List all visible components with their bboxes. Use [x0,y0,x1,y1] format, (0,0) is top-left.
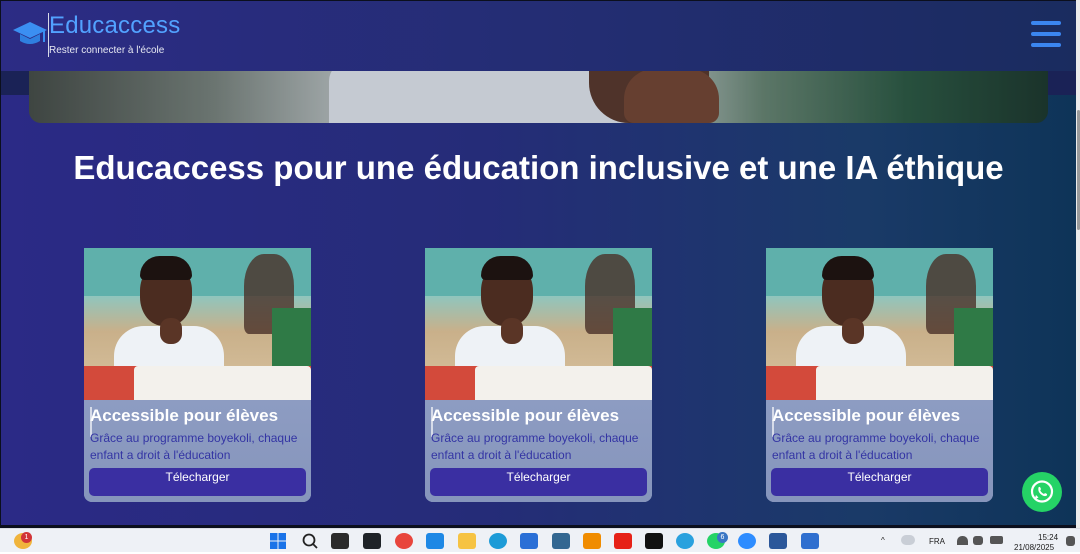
language-indicator[interactable]: FRA [929,537,945,546]
postgresql-icon[interactable] [552,533,570,549]
photos-icon[interactable] [801,533,819,549]
edge-icon[interactable] [489,533,507,549]
card-description: Grâce au programme boyekoli, chaque enfa… [431,431,639,462]
telegram-icon[interactable] [676,533,694,549]
feature-card: Accessible pour élèves Grâce au programm… [425,248,652,502]
hero-title: Educaccess pour une éducation inclusive … [73,149,1004,186]
page-scrollbar[interactable] [1076,0,1080,528]
browser-viewport: Educaccess Rester connecter à l'école Ed… [0,0,1080,528]
menu-line-icon [1031,21,1061,25]
card-body: Accessible pour élèves Grâce au programm… [425,400,652,502]
download-button[interactable]: Télecharger [430,468,647,496]
whatsapp-icon [1030,480,1054,503]
brand-tagline: Rester connecter à l'école [49,45,165,56]
search-icon[interactable] [301,533,319,549]
card-title: Accessible pour élèves [772,406,961,425]
site-header: Educaccess Rester connecter à l'école [1,1,1076,71]
weather-badge: 1 [21,532,32,543]
clock-date[interactable]: 21/08/2025 [1014,543,1054,552]
graduation-cap-icon [13,22,47,44]
file-explorer-icon[interactable] [458,533,476,549]
capcut-icon[interactable] [645,533,663,549]
student-photo [766,248,993,400]
chrome-icon[interactable] [395,533,413,549]
clock-time[interactable]: 15:24 [1038,533,1058,542]
card-body: Accessible pour élèves Grâce au programm… [84,400,311,502]
battery-icon[interactable] [990,536,1003,544]
word-icon[interactable] [769,533,787,549]
store-icon[interactable] [520,533,538,549]
cloud-icon[interactable] [901,535,915,545]
web-page: Educaccess Rester connecter à l'école Ed… [1,1,1076,525]
youtube-icon[interactable] [614,533,632,549]
download-button[interactable]: Télecharger [771,468,988,496]
student-photo [425,248,652,400]
chevron-up-icon[interactable]: ^ [881,536,885,545]
download-button[interactable]: Télecharger [89,468,306,496]
vlc-icon[interactable] [583,533,601,549]
task-view-icon[interactable] [331,533,349,549]
brand-name[interactable]: Educaccess [49,12,180,40]
hamburger-menu-button[interactable] [1031,21,1061,49]
vscode-icon[interactable] [426,533,444,549]
github-icon[interactable] [363,533,381,549]
student-photo [84,248,311,400]
wifi-icon[interactable] [957,536,968,545]
menu-line-icon [1031,32,1061,36]
card-title: Accessible pour élèves [431,406,620,425]
card-description: Grâce au programme boyekoli, chaque enfa… [90,431,298,462]
notification-icon[interactable] [1066,536,1075,546]
feature-card: Accessible pour élèves Grâce au programm… [84,248,311,502]
feature-card: Accessible pour élèves Grâce au programm… [766,248,993,502]
card-body: Accessible pour élèves Grâce au programm… [766,400,993,502]
card-description: Grâce au programme boyekoli, chaque enfa… [772,431,980,462]
windows-taskbar: 1 6 ^ FRA 15:24 21/08/2025 [0,528,1080,552]
whatsapp-button[interactable] [1022,472,1062,512]
card-title: Accessible pour élèves [90,406,279,425]
volume-icon[interactable] [973,536,983,545]
whatsapp-badge: 6 [717,532,728,543]
zoom-icon[interactable] [738,533,756,549]
windows-start-icon[interactable] [269,533,287,549]
menu-line-icon [1031,43,1061,47]
